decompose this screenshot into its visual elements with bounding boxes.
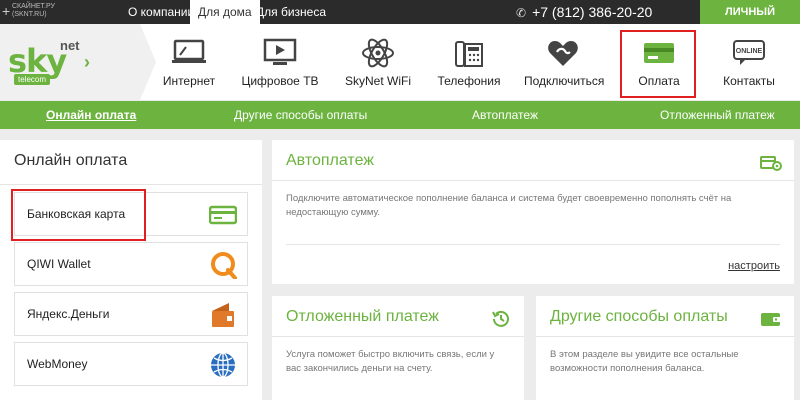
autopay-divider [272,180,794,181]
connect-heart-icon [548,41,578,66]
tv-icon [263,38,297,65]
deferred-payment-divider [272,336,524,337]
site-name-line2: (SKNT.RU) [12,11,47,18]
personal-cabinet-button[interactable]: ЛИЧНЫЙ КАБИНЕТ [700,0,800,42]
pay-method-label: Яндекс.Деньги [27,307,110,321]
autopay-setup-link[interactable]: настроить [728,260,780,272]
autopay-settings-icon[interactable] [760,154,782,172]
pay-method-qiwi[interactable]: QIWI Wallet [14,242,248,286]
deferred-payment-title: Отложенный платеж [286,308,439,325]
nav-telephony[interactable]: Телефония [436,24,502,100]
top-bar: + СКАЙНЕТ.РУ (SKNT.RU) О компании Для до… [0,0,800,42]
tab-business[interactable]: Для бизнеса [248,0,334,24]
phone-icon [455,41,483,67]
logo-net: net [60,38,80,53]
site-name[interactable]: СКАЙНЕТ.РУ (SKNT.RU) [12,3,55,19]
other-methods-divider [536,336,794,337]
highlight-box-payment [620,30,696,98]
logo-telecom: telecom [14,74,51,85]
nav-connect[interactable]: Подключиться [524,24,605,100]
webmoney-globe-icon [211,352,235,378]
pay-method-label: WebMoney [27,357,88,371]
other-methods-title: Другие способы оплаты [550,308,728,325]
payment-subnav: Онлайн оплата Другие способы оплаты Авто… [0,101,800,129]
subnav-autopay[interactable]: Автоплатеж [472,101,538,129]
deferred-payment-card: Отложенный платеж Услуга поможет быстро … [272,296,524,400]
highlight-box-bank-card [11,189,146,241]
autopay-card: Автоплатеж Подключите автоматическое поп… [272,140,794,284]
phone-number-text: +7 (812) 386-20-20 [532,4,653,20]
header: sky net › telecom Интернет Цифровое ТВ S… [0,24,800,100]
online-badge-text: ONLINE [736,48,763,55]
other-methods-description: В этом разделе вы увидите все остальные … [550,349,739,374]
pay-method-webmoney[interactable]: WebMoney [14,342,248,386]
autopay-divider-bottom [286,244,780,245]
online-chat-icon: ONLINE [733,40,765,65]
qiwi-icon [211,252,237,279]
deferred-payment-description: Услуга поможет быстро включить связь, ес… [286,349,495,374]
yandex-money-icon [212,303,234,327]
pay-method-yandex-money[interactable]: Яндекс.Деньги [14,292,248,336]
monitor-icon [172,39,206,63]
nav-skynet-wifi-label: SkyNet WiFi [345,74,411,88]
history-clock-icon[interactable] [490,310,512,328]
online-payment-sidebar: Онлайн оплата Банковская карта QIWI Wall… [0,140,262,400]
subnav-online-payment[interactable]: Онлайн оплата [46,101,136,129]
logo[interactable]: sky net › telecom [8,38,92,86]
subnav-other-methods[interactable]: Другие способы оплаты [234,101,367,129]
site-name-line1: СКАЙНЕТ.РУ [12,3,55,10]
nav-contacts[interactable]: ONLINE Контакты [716,24,782,100]
autopay-title: Автоплатеж [286,152,374,169]
wallet-icon[interactable] [760,310,782,328]
logo-area: sky net › telecom [0,24,156,100]
bank-card-icon [209,205,237,225]
phone-handset-icon: ✆ [516,6,527,20]
logo-arrow-icon: › [84,52,90,72]
sidebar-divider [0,184,262,185]
pay-method-label: QIWI Wallet [27,257,91,271]
nav-digital-tv[interactable]: Цифровое ТВ [240,24,320,100]
nav-internet-label: Интернет [162,74,216,88]
subnav-deferred-payment[interactable]: Отложенный платеж [660,101,775,129]
nav-contacts-label: Контакты [723,74,775,88]
nav-connect-label: Подключиться [524,74,605,88]
nav-digital-tv-label: Цифровое ТВ [241,74,319,88]
nav-skynet-wifi[interactable]: SkyNet WiFi [340,24,416,100]
sidebar-title: Онлайн оплата [14,152,128,169]
phone-number[interactable]: ✆ +7 (812) 386-20-20 [516,0,652,24]
plus-icon[interactable]: + [2,3,10,19]
atom-icon [362,38,394,68]
nav-telephony-label: Телефония [437,74,501,88]
autopay-description: Подключите автоматическое пополнение бал… [286,193,732,218]
nav-internet[interactable]: Интернет [158,24,220,100]
other-methods-card: Другие способы оплаты В этом разделе вы … [536,296,794,400]
